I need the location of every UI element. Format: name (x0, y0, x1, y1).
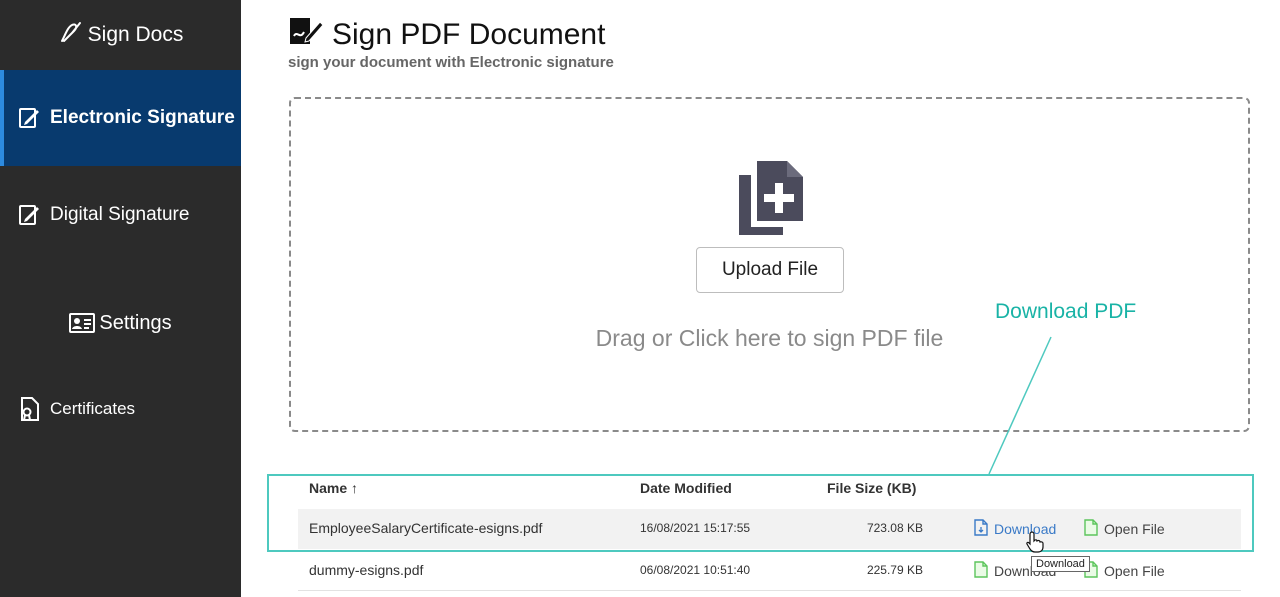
date-modified: 06/08/2021 10:51:40 (640, 563, 751, 577)
brand-name: Sign Docs (87, 23, 184, 46)
file-name: dummy-esigns.pdf (309, 562, 424, 578)
drag-drop-hint: Drag or Click here to sign PDF file (595, 325, 944, 351)
certificate-icon (16, 396, 42, 422)
pen-document-icon (16, 105, 42, 131)
upload-file-button[interactable]: Upload File (696, 247, 844, 293)
page-title: Sign PDF Document (288, 14, 605, 56)
add-files-icon (735, 157, 807, 239)
pen-document-icon (16, 202, 42, 228)
sidebar-item-settings[interactable]: Settings (0, 290, 241, 356)
page-title-text: Sign PDF Document (332, 18, 606, 51)
id-card-icon (69, 310, 96, 336)
page-subtitle: sign your document with Electronic signa… (288, 54, 614, 71)
sign-document-icon (288, 14, 324, 56)
sidebar-item-digital-signature[interactable]: Digital Signature (0, 166, 241, 264)
open-file-button[interactable]: Open File (1084, 561, 1165, 581)
sidebar-item-certificates[interactable]: Certificates (0, 380, 241, 438)
file-size: 225.79 KB (866, 563, 923, 577)
sidebar-item-electronic-signature[interactable]: Electronic Signature (0, 70, 241, 166)
annotation-highlight-box (267, 474, 1254, 552)
sidebar-item-label: Certificates (50, 399, 136, 418)
annotation-label: Download PDF (995, 300, 1137, 323)
sidebar: Sign Docs Electronic Signature Digital S… (0, 0, 241, 597)
hand-cursor-icon (1026, 531, 1044, 553)
file-download-icon (974, 561, 988, 581)
open-file-label: Open File (1104, 563, 1165, 579)
sidebar-item-label: Settings (99, 311, 172, 334)
sidebar-item-label: Digital Signature (50, 204, 190, 225)
download-tooltip: Download (1031, 556, 1090, 572)
sidebar-item-label: Electronic Signature (50, 107, 235, 128)
signature-pen-icon (58, 19, 84, 51)
brand-logo[interactable]: Sign Docs (0, 0, 241, 70)
file-dropzone[interactable]: Upload File Drag or Click here to sign P… (289, 97, 1250, 432)
table-row[interactable]: dummy-esigns.pdf 06/08/2021 10:51:40 225… (298, 551, 1241, 591)
